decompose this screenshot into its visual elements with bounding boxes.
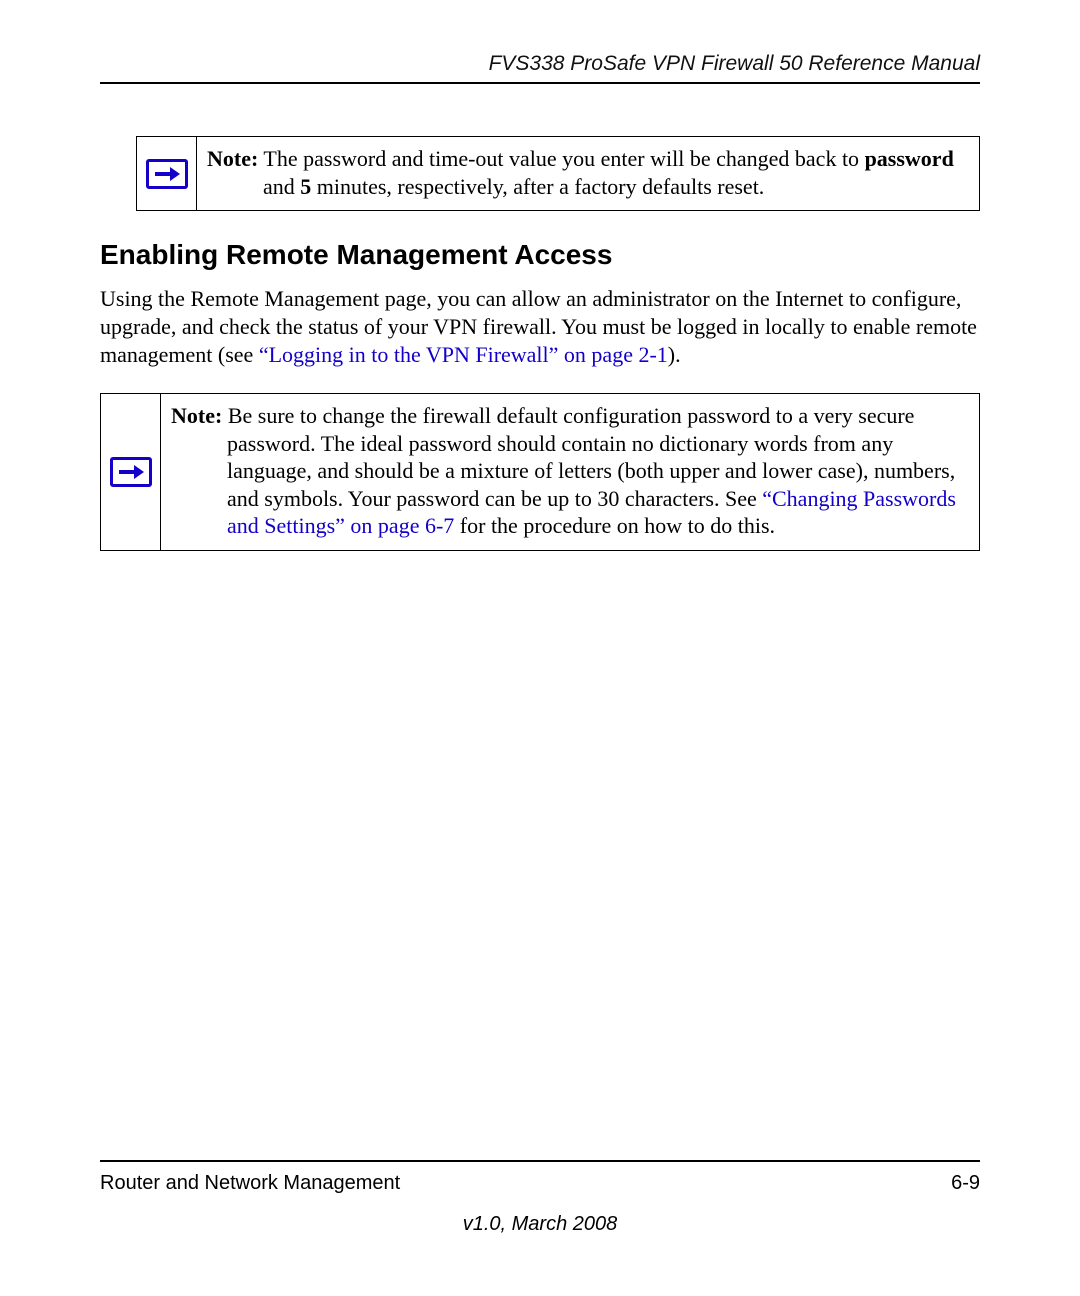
note-text-2: Note: Be sure to change the firewall def… [161,394,979,550]
note-label: Note: [171,403,222,428]
note-text-1: Note: The password and time-out value yo… [197,137,979,210]
note-icon-cell-1 [137,137,197,210]
xref-login[interactable]: “Logging in to the VPN Firewall” on page… [259,342,668,367]
doc-header-title: FVS338 ProSafe VPN Firewall 50 Reference… [100,52,980,76]
note1-t3: minutes, respectively, after a factory d… [311,174,764,199]
note-box-1: Note: The password and time-out value yo… [136,136,980,211]
header-rule [100,82,980,84]
note-label: Note: [207,146,258,171]
para-b: ). [668,342,681,367]
note1-b1: password [865,146,954,171]
page-footer: Router and Network Management 6-9 v1.0, … [100,1160,980,1236]
footer-page-number: 6-9 [951,1172,980,1195]
arrow-right-icon [110,457,152,487]
body-paragraph: Using the Remote Management page, you ca… [100,285,980,369]
note-box-2: Note: Be sure to change the firewall def… [100,393,980,551]
note1-t2: and [263,174,300,199]
note-icon-cell-2 [101,394,161,550]
footer-rule [100,1160,980,1162]
footer-left: Router and Network Management [100,1172,400,1195]
arrow-right-icon [146,159,188,189]
note2-t2: for the procedure on how to do this. [454,513,775,538]
note1-b2: 5 [300,174,311,199]
section-heading: Enabling Remote Management Access [100,239,980,271]
note1-t1: The password and time-out value you ente… [258,146,864,171]
footer-version: v1.0, March 2008 [100,1213,980,1236]
